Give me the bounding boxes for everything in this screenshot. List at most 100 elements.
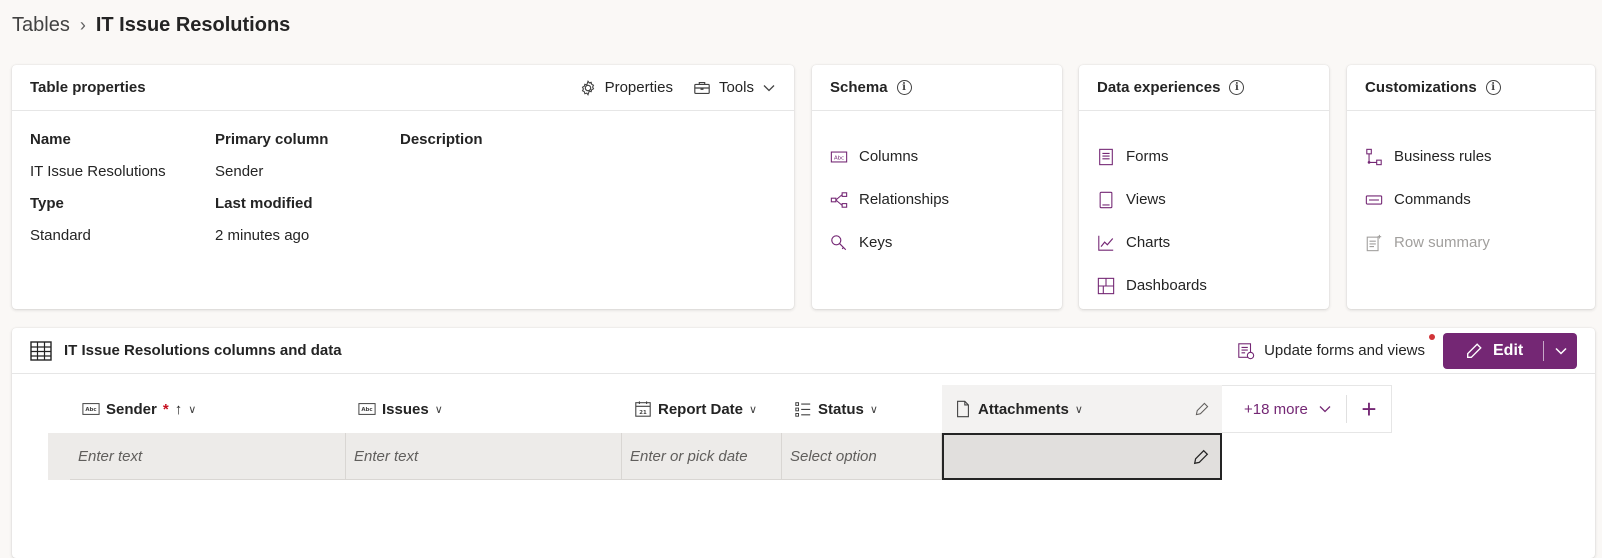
update-forms-and-views-button[interactable]: Update forms and views — [1237, 333, 1435, 360]
edit-pen-icon — [1195, 402, 1209, 416]
properties-button[interactable]: Properties — [579, 79, 673, 97]
primary-column-value: Sender — [215, 163, 264, 180]
key-icon — [831, 234, 847, 250]
data-views-link[interactable]: Views — [1079, 178, 1329, 221]
file-icon — [957, 400, 969, 418]
info-icon[interactable]: i — [1229, 80, 1245, 95]
sender-cell-input[interactable]: Enter text — [70, 433, 346, 480]
more-columns-button[interactable]: +18 more — [1222, 401, 1346, 418]
relationships-icon — [830, 191, 848, 208]
chevron-down-icon: ∨ — [1074, 403, 1083, 416]
relationships-label: Relationships — [859, 191, 950, 208]
business-rules-icon — [1366, 148, 1382, 165]
edit-label: Edit — [1493, 341, 1524, 359]
schema-keys-link[interactable]: Keys — [812, 221, 1062, 264]
properties-label: Properties — [604, 79, 673, 96]
commands-label: Commands — [1394, 191, 1471, 208]
data-charts-link[interactable]: Charts — [1079, 221, 1329, 264]
status-cell-select[interactable]: Select option — [782, 433, 942, 480]
table-properties-header: Table properties Properties Tools — [12, 65, 794, 111]
required-indicator: * — [162, 400, 169, 418]
update-forms-label: Update forms and views — [1264, 342, 1425, 359]
type-label: Type — [30, 195, 64, 212]
report-date-cell-input[interactable]: Enter or pick date — [622, 433, 782, 480]
columns-and-data-header: IT Issue Resolutions columns and data Up… — [12, 328, 1595, 374]
schema-header: Schema i — [812, 65, 1062, 111]
breadcrumb-tables-link[interactable]: Tables — [12, 14, 70, 37]
data-experiences-card: Data experiences i Forms Views Charts Da… — [1079, 65, 1329, 309]
svg-text:Abc: Abc — [85, 407, 96, 413]
form-icon — [1099, 148, 1113, 165]
dashboards-label: Dashboards — [1126, 277, 1207, 294]
status-column-label: Status — [818, 400, 864, 418]
edit-button[interactable]: Edit — [1443, 333, 1543, 369]
svg-text:21: 21 — [639, 410, 647, 416]
row-summary-link: Row summary — [1347, 221, 1595, 264]
tools-label: Tools — [718, 79, 754, 96]
attachments-column-label: Attachments — [978, 400, 1069, 418]
add-column-button[interactable]: + — [1347, 394, 1391, 425]
schema-columns-link[interactable]: Abc Columns — [812, 135, 1062, 178]
keys-label: Keys — [859, 234, 893, 251]
svg-text:Abc: Abc — [361, 407, 372, 413]
row-summary-label: Row summary — [1394, 234, 1490, 251]
chart-icon — [1098, 235, 1114, 251]
column-header-report-date[interactable]: 21 Report Date ∨ — [622, 385, 782, 433]
chevron-down-icon: ∨ — [188, 403, 197, 416]
last-modified-value: 2 minutes ago — [215, 227, 310, 244]
row-summary-icon — [1366, 234, 1382, 251]
info-icon[interactable]: i — [896, 80, 912, 95]
chevron-down-icon — [1554, 347, 1567, 355]
breadcrumb: Tables › IT Issue Resolutions — [12, 14, 290, 37]
column-header-status[interactable]: Status ∨ — [782, 385, 942, 433]
column-header-sender[interactable]: Abc Sender * ↑ ∨ — [70, 385, 346, 433]
commands-icon — [1365, 194, 1383, 205]
edit-pen-icon — [1193, 449, 1209, 465]
charts-label: Charts — [1126, 234, 1171, 251]
toolbox-icon — [694, 81, 710, 94]
column-header-attachments[interactable]: Attachments ∨ — [942, 385, 1222, 433]
calendar-icon: 21 — [635, 401, 651, 417]
chevron-down-icon — [1319, 406, 1331, 413]
customizations-title: Customizations — [1365, 79, 1477, 96]
chevron-right-icon: › — [79, 15, 86, 35]
business-rules-label: Business rules — [1394, 148, 1492, 165]
props-column-3: Description — [400, 131, 483, 153]
sort-ascending-icon: ↑ — [174, 400, 183, 418]
issues-cell-input[interactable]: Enter text — [346, 433, 622, 480]
column-header-issues[interactable]: Abc Issues ∨ — [346, 385, 622, 433]
schema-title: Schema — [830, 79, 888, 96]
row-selector[interactable] — [48, 433, 70, 480]
column-header-row: Abc Sender * ↑ ∨ Abc Issues ∨ 21 Report D… — [70, 385, 1392, 433]
info-icon[interactable]: i — [1485, 80, 1501, 95]
data-forms-link[interactable]: Forms — [1079, 135, 1329, 178]
attachments-cell[interactable] — [942, 433, 1222, 480]
abc-column-icon: Abc — [830, 151, 848, 162]
choice-list-icon — [795, 402, 811, 417]
schema-relationships-link[interactable]: Relationships — [812, 178, 1062, 221]
commands-link[interactable]: Commands — [1347, 178, 1595, 221]
chevron-down-icon: ∨ — [434, 403, 443, 416]
columns-label: Columns — [859, 148, 919, 165]
table-properties-title: Table properties — [30, 79, 146, 96]
pencil-icon — [1467, 342, 1482, 358]
edit-split-button: Edit — [1443, 332, 1577, 369]
edit-dropdown-button[interactable] — [1544, 333, 1577, 369]
page-title: IT Issue Resolutions — [95, 14, 291, 36]
new-record-row: Enter text Enter text Enter or pick date… — [48, 433, 1222, 480]
chevron-down-icon — [763, 84, 775, 91]
tools-menu-button[interactable]: Tools — [693, 79, 776, 97]
props-column-2: Primary column Sender Last modified 2 mi… — [215, 131, 328, 259]
forms-label: Forms — [1126, 148, 1169, 165]
business-rules-link[interactable]: Business rules — [1347, 135, 1595, 178]
sender-column-label: Sender — [106, 400, 157, 418]
type-value: Standard — [30, 227, 91, 244]
chevron-down-icon: ∨ — [749, 403, 758, 416]
more-columns-label: +18 more — [1244, 400, 1308, 418]
primary-column-label: Primary column — [215, 131, 329, 148]
abc-text-icon: Abc — [82, 403, 100, 415]
table-properties-card: Table properties Properties Tools Name I… — [12, 65, 794, 309]
view-icon — [1099, 191, 1113, 208]
data-dashboards-link[interactable]: Dashboards — [1079, 264, 1329, 307]
issues-column-label: Issues — [382, 400, 429, 418]
